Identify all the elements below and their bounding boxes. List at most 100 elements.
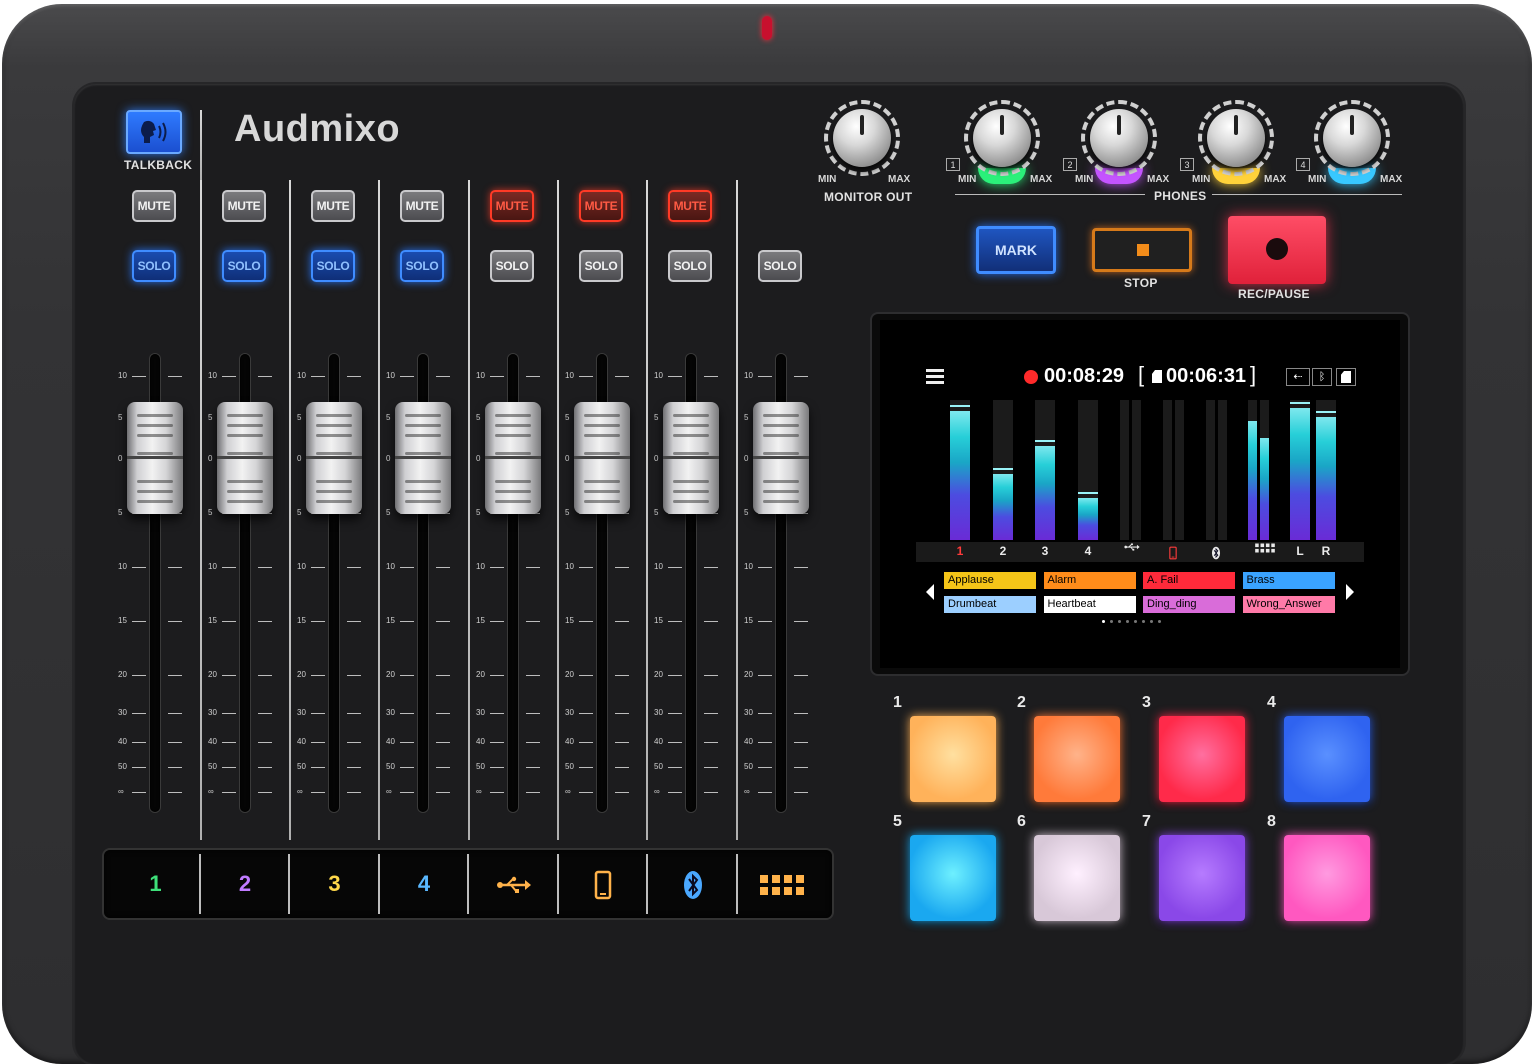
fader-tick (526, 767, 540, 768)
rec-pause-button[interactable] (1228, 216, 1326, 284)
fader-tick (758, 742, 772, 743)
mark-button[interactable]: MARK (976, 226, 1056, 274)
fader-scale-label: 40 (476, 737, 485, 746)
phones-1-knob[interactable] (973, 109, 1031, 167)
fader-knob-bluetooth[interactable] (663, 402, 719, 514)
fader-scale-label: 10 (118, 562, 127, 571)
fader-scale-label: 5 (476, 508, 481, 517)
fader-tick (526, 376, 540, 377)
fader-tick (436, 713, 450, 714)
sample-slot[interactable]: Alarm (1043, 572, 1136, 589)
mute-button-ch2[interactable]: MUTE (222, 190, 266, 222)
meter-channel (1120, 400, 1129, 540)
remaining-time: 00:06:31 (1166, 365, 1247, 387)
meter-fill (1078, 498, 1098, 540)
brand-logo: Audmixo (234, 108, 401, 150)
phones-4-max-label: MAX (1380, 174, 1403, 185)
fader-scale-label: 20 (565, 670, 574, 679)
solo-button-phone[interactable]: SOLO (579, 250, 623, 282)
pad-5[interactable] (910, 835, 996, 921)
meter-label-10: R (1321, 544, 1331, 558)
mute-button-ch3[interactable]: MUTE (311, 190, 355, 222)
fader-tick (222, 767, 236, 768)
stop-button[interactable] (1092, 228, 1192, 272)
pad-2-number: 2 (1017, 694, 1026, 711)
mute-button-ch1[interactable]: MUTE (132, 190, 176, 222)
fader-knob-usb[interactable] (485, 402, 541, 514)
sample-slot[interactable]: Drumbeat (944, 596, 1036, 613)
fader-knob-ch1[interactable] (127, 402, 183, 514)
phones-4-knob[interactable] (1323, 109, 1381, 167)
fader-tick (347, 621, 361, 622)
fader-knob-ch4[interactable] (395, 402, 451, 514)
solo-button-ch1[interactable]: SOLO (132, 250, 176, 282)
pad-6[interactable] (1034, 835, 1120, 921)
sample-slot[interactable]: Ding_ding (1143, 596, 1235, 613)
solo-button-bluetooth[interactable]: SOLO (668, 250, 712, 282)
pad-8[interactable] (1284, 835, 1370, 921)
page-dot (1110, 620, 1113, 623)
fader-scale-label: 50 (744, 762, 753, 771)
sample-slot[interactable]: Wrong_Answer (1242, 596, 1335, 613)
fader-tick (347, 742, 361, 743)
fader-scale-label: 20 (297, 670, 306, 679)
power-led (762, 16, 772, 40)
sample-slot[interactable]: A. Fail (1143, 572, 1235, 589)
fader-tick (704, 713, 718, 714)
pad-1[interactable] (910, 716, 996, 802)
solo-button-pads[interactable]: SOLO (758, 250, 802, 282)
meter-channel (950, 400, 970, 540)
fader-tick (526, 567, 540, 568)
pad-2[interactable] (1034, 716, 1120, 802)
touchscreen[interactable]: 00:08:29 [ 00:06:31 ] ⇠ ᛒ 1234LR Applaus… (880, 320, 1400, 668)
meter-fill (993, 474, 1013, 540)
sample-slot[interactable]: Applause (944, 572, 1036, 589)
mute-button-ch4[interactable]: MUTE (400, 190, 444, 222)
solo-button-usb[interactable]: SOLO (490, 250, 534, 282)
fader-scale-label: 10 (744, 562, 753, 571)
pad-4[interactable] (1284, 716, 1370, 802)
bluetooth-status-icon: ᛒ (1312, 368, 1332, 386)
fader-scale-label: 5 (744, 413, 749, 422)
channel-separator (556, 854, 559, 914)
monitor-out-knob[interactable] (833, 109, 891, 167)
channel-label-1: 1 (149, 871, 162, 896)
talkback-button[interactable] (126, 110, 182, 154)
fader-tick (258, 376, 272, 377)
pad-7[interactable] (1159, 835, 1245, 921)
fader-scale-label: 20 (476, 670, 485, 679)
sample-slot[interactable]: Heartbeat (1043, 596, 1136, 613)
meter-fill (1035, 446, 1055, 540)
pad-3[interactable] (1159, 716, 1245, 802)
fader-tick (668, 767, 682, 768)
solo-button-ch3[interactable]: SOLO (311, 250, 355, 282)
fader-knob-pads[interactable] (753, 402, 809, 514)
pad-5-number: 5 (893, 813, 902, 830)
fader-knob-phone[interactable] (574, 402, 630, 514)
fader-tick (794, 713, 808, 714)
phones-2-knob[interactable] (1090, 109, 1148, 167)
fader-knob-ch3[interactable] (306, 402, 362, 514)
menu-icon[interactable] (926, 369, 944, 385)
fader-tick (222, 792, 236, 793)
sample-next-arrow[interactable] (1346, 584, 1354, 600)
fader-tick (615, 376, 629, 377)
fader-tick (168, 742, 182, 743)
solo-button-ch4[interactable]: SOLO (400, 250, 444, 282)
fader-scale-label: ∞ (476, 787, 482, 796)
sample-slot[interactable]: Brass (1242, 572, 1335, 589)
fader-scale-label: 15 (297, 616, 306, 625)
fader-tick (490, 792, 504, 793)
fader-scale-label: ∞ (208, 787, 214, 796)
mute-button-phone[interactable]: MUTE (579, 190, 623, 222)
sample-prev-arrow[interactable] (926, 584, 934, 600)
fader-scale-label: 5 (386, 508, 391, 517)
solo-button-ch2[interactable]: SOLO (222, 250, 266, 282)
phones-1-number: 1 (946, 158, 960, 171)
phones-3-knob[interactable] (1207, 109, 1265, 167)
fader-scale-label: 30 (208, 708, 217, 717)
meter-channel (1175, 400, 1184, 540)
fader-knob-ch2[interactable] (217, 402, 273, 514)
mute-button-usb[interactable]: MUTE (490, 190, 534, 222)
mute-button-bluetooth[interactable]: MUTE (668, 190, 712, 222)
